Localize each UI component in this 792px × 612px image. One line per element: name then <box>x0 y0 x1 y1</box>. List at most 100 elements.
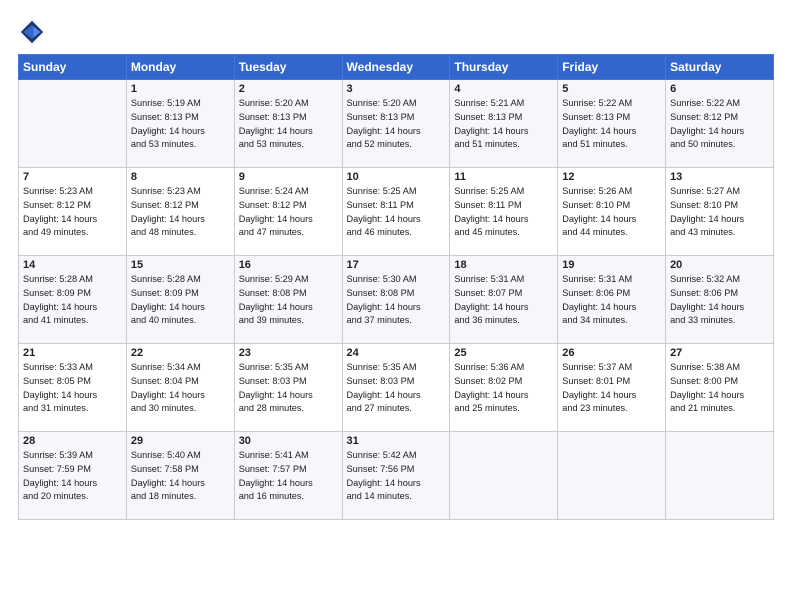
day-info: Sunrise: 5:31 AM Sunset: 8:07 PM Dayligh… <box>454 273 553 328</box>
calendar-cell: 7 Sunrise: 5:23 AM Sunset: 8:12 PM Daylig… <box>19 168 127 256</box>
day-number: 3 <box>347 83 446 95</box>
day-info: Sunrise: 5:31 AM Sunset: 8:06 PM Dayligh… <box>562 273 661 328</box>
day-info: Sunrise: 5:37 AM Sunset: 8:01 PM Dayligh… <box>562 361 661 416</box>
day-number: 14 <box>23 259 122 271</box>
day-number: 7 <box>23 171 122 183</box>
day-number: 28 <box>23 435 122 447</box>
day-info: Sunrise: 5:29 AM Sunset: 8:08 PM Dayligh… <box>239 273 338 328</box>
day-info: Sunrise: 5:20 AM Sunset: 8:13 PM Dayligh… <box>347 97 446 152</box>
day-info: Sunrise: 5:35 AM Sunset: 8:03 PM Dayligh… <box>239 361 338 416</box>
weekday-header: Sunday <box>19 55 127 80</box>
day-info: Sunrise: 5:40 AM Sunset: 7:58 PM Dayligh… <box>131 449 230 504</box>
day-number: 15 <box>131 259 230 271</box>
day-number: 11 <box>454 171 553 183</box>
day-info: Sunrise: 5:39 AM Sunset: 7:59 PM Dayligh… <box>23 449 122 504</box>
day-info: Sunrise: 5:20 AM Sunset: 8:13 PM Dayligh… <box>239 97 338 152</box>
page: SundayMondayTuesdayWednesdayThursdayFrid… <box>0 0 792 612</box>
logo-icon <box>18 18 46 46</box>
day-number: 27 <box>670 347 769 359</box>
calendar-cell <box>450 432 558 520</box>
header <box>18 18 774 46</box>
day-number: 12 <box>562 171 661 183</box>
day-info: Sunrise: 5:28 AM Sunset: 8:09 PM Dayligh… <box>23 273 122 328</box>
calendar-week-row: 7 Sunrise: 5:23 AM Sunset: 8:12 PM Daylig… <box>19 168 774 256</box>
calendar-cell: 16 Sunrise: 5:29 AM Sunset: 8:08 PM Dayli… <box>234 256 342 344</box>
day-info: Sunrise: 5:25 AM Sunset: 8:11 PM Dayligh… <box>454 185 553 240</box>
weekday-header: Thursday <box>450 55 558 80</box>
day-info: Sunrise: 5:23 AM Sunset: 8:12 PM Dayligh… <box>131 185 230 240</box>
day-number: 25 <box>454 347 553 359</box>
calendar-cell: 18 Sunrise: 5:31 AM Sunset: 8:07 PM Dayli… <box>450 256 558 344</box>
calendar-week-row: 1 Sunrise: 5:19 AM Sunset: 8:13 PM Daylig… <box>19 80 774 168</box>
calendar-cell: 15 Sunrise: 5:28 AM Sunset: 8:09 PM Dayli… <box>126 256 234 344</box>
day-info: Sunrise: 5:36 AM Sunset: 8:02 PM Dayligh… <box>454 361 553 416</box>
day-info: Sunrise: 5:38 AM Sunset: 8:00 PM Dayligh… <box>670 361 769 416</box>
calendar-table: SundayMondayTuesdayWednesdayThursdayFrid… <box>18 54 774 520</box>
day-info: Sunrise: 5:33 AM Sunset: 8:05 PM Dayligh… <box>23 361 122 416</box>
day-number: 6 <box>670 83 769 95</box>
day-number: 13 <box>670 171 769 183</box>
day-number: 20 <box>670 259 769 271</box>
calendar-cell: 26 Sunrise: 5:37 AM Sunset: 8:01 PM Dayli… <box>558 344 666 432</box>
calendar-cell: 2 Sunrise: 5:20 AM Sunset: 8:13 PM Daylig… <box>234 80 342 168</box>
calendar-cell: 1 Sunrise: 5:19 AM Sunset: 8:13 PM Daylig… <box>126 80 234 168</box>
calendar-week-row: 21 Sunrise: 5:33 AM Sunset: 8:05 PM Dayli… <box>19 344 774 432</box>
day-number: 29 <box>131 435 230 447</box>
day-number: 24 <box>347 347 446 359</box>
day-info: Sunrise: 5:19 AM Sunset: 8:13 PM Dayligh… <box>131 97 230 152</box>
day-number: 2 <box>239 83 338 95</box>
calendar-cell: 28 Sunrise: 5:39 AM Sunset: 7:59 PM Dayli… <box>19 432 127 520</box>
calendar-cell: 4 Sunrise: 5:21 AM Sunset: 8:13 PM Daylig… <box>450 80 558 168</box>
weekday-header: Wednesday <box>342 55 450 80</box>
calendar-cell: 24Sunrise: 5:35 AM Sunset: 8:03 PM Dayli… <box>342 344 450 432</box>
day-info: Sunrise: 5:23 AM Sunset: 8:12 PM Dayligh… <box>23 185 122 240</box>
calendar-cell: 9Sunrise: 5:24 AM Sunset: 8:12 PM Daylig… <box>234 168 342 256</box>
calendar-cell: 19Sunrise: 5:31 AM Sunset: 8:06 PM Dayli… <box>558 256 666 344</box>
day-number: 21 <box>23 347 122 359</box>
calendar-cell: 25 Sunrise: 5:36 AM Sunset: 8:02 PM Dayli… <box>450 344 558 432</box>
day-info: Sunrise: 5:42 AM Sunset: 7:56 PM Dayligh… <box>347 449 446 504</box>
calendar-cell <box>558 432 666 520</box>
day-info: Sunrise: 5:27 AM Sunset: 8:10 PM Dayligh… <box>670 185 769 240</box>
calendar-cell: 31 Sunrise: 5:42 AM Sunset: 7:56 PM Dayli… <box>342 432 450 520</box>
day-number: 31 <box>347 435 446 447</box>
day-info: Sunrise: 5:26 AM Sunset: 8:10 PM Dayligh… <box>562 185 661 240</box>
calendar-cell <box>19 80 127 168</box>
calendar-cell: 20Sunrise: 5:32 AM Sunset: 8:06 PM Dayli… <box>666 256 774 344</box>
weekday-header: Saturday <box>666 55 774 80</box>
day-info: Sunrise: 5:22 AM Sunset: 8:13 PM Dayligh… <box>562 97 661 152</box>
calendar-cell: 23Sunrise: 5:35 AM Sunset: 8:03 PM Dayli… <box>234 344 342 432</box>
calendar-cell: 27 Sunrise: 5:38 AM Sunset: 8:00 PM Dayli… <box>666 344 774 432</box>
weekday-header: Tuesday <box>234 55 342 80</box>
calendar-cell: 11 Sunrise: 5:25 AM Sunset: 8:11 PM Dayli… <box>450 168 558 256</box>
day-info: Sunrise: 5:25 AM Sunset: 8:11 PM Dayligh… <box>347 185 446 240</box>
calendar-cell: 12 Sunrise: 5:26 AM Sunset: 8:10 PM Dayli… <box>558 168 666 256</box>
calendar-cell: 22Sunrise: 5:34 AM Sunset: 8:04 PM Dayli… <box>126 344 234 432</box>
calendar-week-row: 14 Sunrise: 5:28 AM Sunset: 8:09 PM Dayli… <box>19 256 774 344</box>
day-number: 4 <box>454 83 553 95</box>
day-number: 16 <box>239 259 338 271</box>
day-number: 8 <box>131 171 230 183</box>
day-info: Sunrise: 5:34 AM Sunset: 8:04 PM Dayligh… <box>131 361 230 416</box>
calendar-cell <box>666 432 774 520</box>
weekday-header: Monday <box>126 55 234 80</box>
calendar-cell: 5 Sunrise: 5:22 AM Sunset: 8:13 PM Daylig… <box>558 80 666 168</box>
calendar-cell: 13 Sunrise: 5:27 AM Sunset: 8:10 PM Dayli… <box>666 168 774 256</box>
weekday-header: Friday <box>558 55 666 80</box>
day-info: Sunrise: 5:21 AM Sunset: 8:13 PM Dayligh… <box>454 97 553 152</box>
calendar-week-row: 28 Sunrise: 5:39 AM Sunset: 7:59 PM Dayli… <box>19 432 774 520</box>
logo <box>18 18 48 46</box>
calendar-cell: 14 Sunrise: 5:28 AM Sunset: 8:09 PM Dayli… <box>19 256 127 344</box>
day-number: 18 <box>454 259 553 271</box>
day-info: Sunrise: 5:28 AM Sunset: 8:09 PM Dayligh… <box>131 273 230 328</box>
day-number: 5 <box>562 83 661 95</box>
day-number: 9 <box>239 171 338 183</box>
calendar-cell: 21 Sunrise: 5:33 AM Sunset: 8:05 PM Dayli… <box>19 344 127 432</box>
calendar-cell: 17 Sunrise: 5:30 AM Sunset: 8:08 PM Dayli… <box>342 256 450 344</box>
day-number: 26 <box>562 347 661 359</box>
header-row: SundayMondayTuesdayWednesdayThursdayFrid… <box>19 55 774 80</box>
day-number: 17 <box>347 259 446 271</box>
day-number: 1 <box>131 83 230 95</box>
calendar-cell: 8 Sunrise: 5:23 AM Sunset: 8:12 PM Daylig… <box>126 168 234 256</box>
day-info: Sunrise: 5:30 AM Sunset: 8:08 PM Dayligh… <box>347 273 446 328</box>
